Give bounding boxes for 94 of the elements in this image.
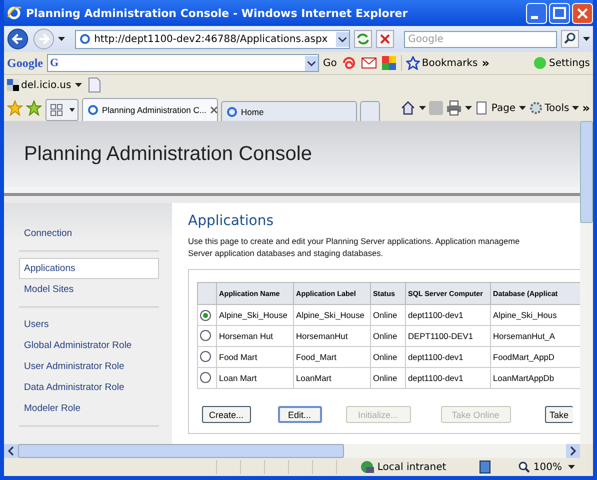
sidebar-link[interactable]: User Administrator Role — [19, 356, 159, 377]
caret-icon[interactable] — [568, 465, 575, 469]
window-title: Planning Administration Console - Windows Internet Explorer — [26, 6, 408, 20]
sidebar-link[interactable]: Applications — [19, 258, 159, 279]
google-search-field[interactable]: G — [47, 54, 319, 72]
refresh-button[interactable] — [354, 30, 372, 48]
ie-icon — [6, 5, 22, 21]
stop-button[interactable] — [376, 30, 394, 48]
sidebar-link[interactable]: Modeler Role — [19, 398, 159, 419]
sidebar-link[interactable]: Connection — [19, 223, 159, 244]
tab-list-button[interactable] — [45, 99, 79, 121]
page-icon — [475, 101, 490, 115]
favorites-star-icon[interactable] — [7, 100, 23, 116]
zoom-icon — [518, 461, 530, 473]
zoom-level[interactable]: 100% — [518, 461, 562, 473]
radio-button[interactable] — [200, 310, 211, 320]
table-cell: Online — [370, 304, 406, 326]
close-tab-icon[interactable] — [209, 105, 220, 115]
address-field[interactable]: http://dept1100-dev2:46788/Applications.aspx — [75, 30, 350, 48]
sidebar-link[interactable]: Global Administrator Role — [19, 335, 159, 356]
caret-icon[interactable] — [465, 106, 472, 110]
scrollbar-thumb[interactable] — [580, 121, 593, 223]
table-cell: Food Mart — [216, 346, 294, 368]
more-button[interactable]: » — [582, 101, 590, 115]
scrollbar-thumb[interactable] — [18, 444, 344, 458]
caret-icon[interactable] — [583, 37, 590, 41]
page-icon — [226, 106, 238, 118]
add-favorite-icon[interactable] — [26, 100, 42, 116]
table-cell: Alpine_Ski_House — [294, 304, 370, 326]
tools-menu[interactable]: Tools — [528, 101, 570, 115]
table-cell: Online — [370, 368, 406, 388]
caret-icon[interactable] — [419, 106, 426, 110]
table-cell: dept1100-dev1 — [406, 304, 490, 326]
caret-icon[interactable] — [58, 37, 66, 41]
table-cell: dept1100-dev1 — [406, 346, 490, 368]
table-cell: Horseman Hut — [216, 326, 294, 346]
close-button[interactable] — [572, 2, 593, 24]
google-logo: Google — [7, 56, 43, 70]
table-cell: Online — [370, 346, 406, 368]
home-icon[interactable] — [400, 100, 416, 116]
radio-button[interactable] — [200, 330, 211, 340]
spiral-icon[interactable] — [340, 55, 357, 71]
caret-icon[interactable] — [518, 106, 526, 110]
table-cell: DEPT1100-DEV1 — [406, 326, 490, 346]
mail-icon[interactable] — [360, 55, 377, 71]
browser-tab[interactable]: Home — [221, 101, 357, 121]
radio-button[interactable] — [200, 372, 211, 382]
maximize-button[interactable] — [549, 2, 570, 24]
settings-button[interactable]: Settings — [532, 56, 590, 70]
go-button[interactable]: Go — [323, 58, 337, 68]
sidebar-link[interactable]: Users — [19, 314, 159, 335]
table-cell: Food_Mart — [294, 346, 370, 368]
bookmarks-button[interactable]: Bookmarks — [406, 56, 478, 70]
table-cell: LoanMart — [294, 368, 370, 388]
table-cell: Online — [370, 326, 406, 346]
page-icon — [87, 104, 99, 116]
minimize-button[interactable] — [526, 2, 547, 24]
security-zone: Local intranet — [360, 460, 472, 474]
printer-icon[interactable] — [446, 100, 462, 116]
g-button[interactable]: G — [48, 57, 305, 69]
scroll-right-button[interactable] — [566, 444, 580, 458]
section-heading: Applications — [188, 213, 275, 229]
search-field[interactable]: Google — [404, 30, 558, 48]
horizontal-scrollbar[interactable] — [4, 444, 580, 458]
status-dot-icon — [532, 56, 547, 70]
page-menu[interactable]: Page — [475, 101, 516, 115]
radio-button[interactable] — [200, 350, 211, 362]
table-cell: HorsemanHut — [294, 326, 370, 346]
table-cell: dept1100-dev1 — [406, 368, 490, 388]
dropdown-button[interactable] — [305, 56, 318, 70]
action-button[interactable]: Create... — [202, 406, 251, 423]
description: Use this page to create and edit your Planning Server applications. Application manageme Server application databases and staging databases. — [188, 235, 521, 259]
vertical-scrollbar[interactable] — [580, 121, 593, 444]
star-icon — [406, 56, 420, 70]
column-header — [198, 282, 216, 304]
sidebar-link[interactable]: Model Sites — [19, 279, 159, 300]
caret-icon[interactable] — [572, 106, 580, 110]
table-cell: Alpine_Ski_House — [216, 304, 294, 326]
dropdown-button[interactable] — [336, 32, 350, 46]
table-cell: Loan Mart — [216, 368, 294, 388]
scroll-left-button[interactable] — [4, 444, 18, 458]
caret-icon[interactable] — [75, 83, 82, 87]
action-button[interactable]: Take — [544, 406, 573, 423]
back-button[interactable] — [7, 28, 29, 50]
more-button[interactable]: » — [482, 56, 490, 70]
sidebar-link[interactable]: Data Administrator Role — [19, 377, 159, 398]
action-button[interactable]: Edit... — [278, 406, 322, 423]
delicious-icon — [7, 79, 19, 91]
page-title: Planning Administration Console — [24, 142, 312, 166]
browser-tab[interactable]: Planning Administration C... — [82, 98, 218, 121]
gear-icon — [528, 101, 543, 115]
delicious-button[interactable]: del.icio.us — [7, 79, 72, 91]
search-button[interactable] — [561, 30, 580, 48]
page-icon — [79, 33, 92, 45]
